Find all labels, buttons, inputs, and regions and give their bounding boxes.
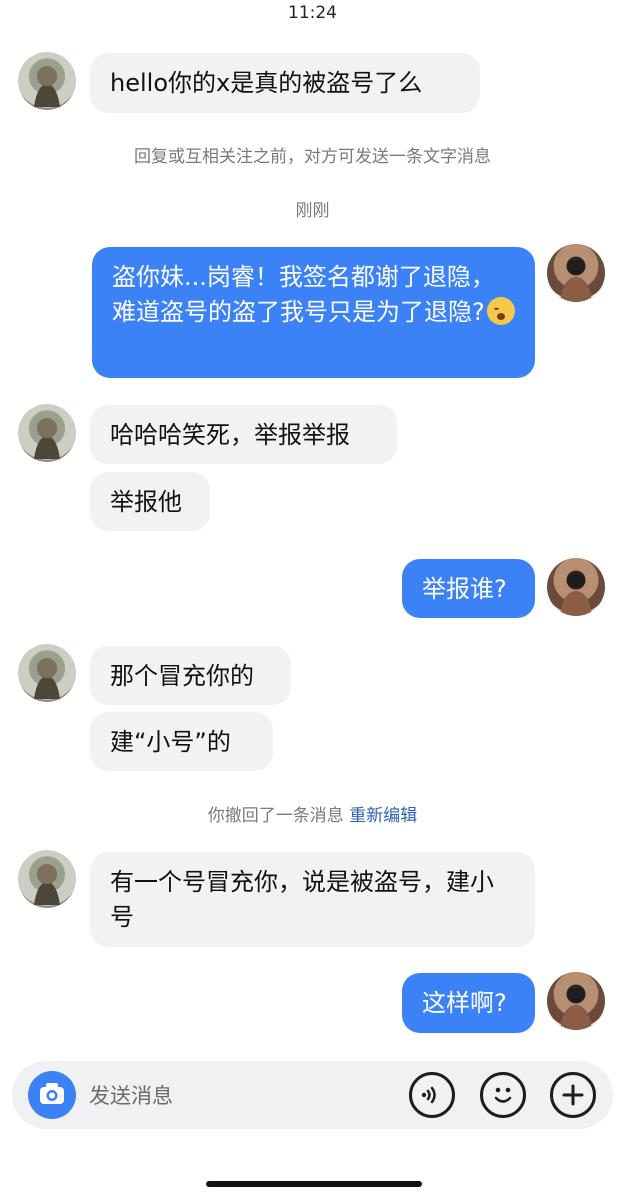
- smiley-icon: [494, 1087, 512, 1103]
- self-avatar[interactable]: [547, 244, 605, 302]
- home-indicator: [206, 1181, 422, 1187]
- status-time: 11:24: [288, 3, 337, 23]
- contact-avatar-image: [34, 658, 60, 699]
- self-avatar[interactable]: [547, 972, 605, 1030]
- self-avatar-image: [560, 260, 592, 302]
- camera-icon: [40, 1083, 64, 1104]
- contact-avatar-image: [34, 66, 60, 107]
- reply-hint-notice: 回复或互相关注之前，对方可发送一条文字消息: [134, 147, 491, 167]
- contact-avatar[interactable]: [18, 644, 76, 702]
- message-bubble-outgoing[interactable]: 这样啊?: [402, 973, 535, 1033]
- message-composer: [12, 1061, 613, 1129]
- message-bubble-outgoing[interactable]: 盗你妹...岗睿！我签名都谢了退隐，难道盗号的盗了我号只是为了退隐?: [92, 247, 535, 378]
- contact-avatar-image: [34, 418, 60, 459]
- add-button[interactable]: [550, 1072, 596, 1118]
- camera-button[interactable]: [28, 1071, 76, 1119]
- recall-notice: 你撤回了一条消息 重新编辑: [0, 801, 625, 826]
- sad-face-emoji: [486, 297, 515, 325]
- message-bubble-incoming[interactable]: 哈哈哈笑死，举报举报: [90, 405, 397, 464]
- message-bubble-incoming[interactable]: 举报他: [90, 472, 210, 531]
- contact-avatar-image: [34, 864, 60, 905]
- message-input[interactable]: [87, 1079, 391, 1113]
- message-bubble-incoming[interactable]: 那个冒充你的: [90, 646, 291, 705]
- message-bubble-incoming[interactable]: hello你的x是真的被盗号了么: [90, 53, 480, 113]
- self-avatar-image: [560, 988, 592, 1030]
- contact-avatar[interactable]: [18, 850, 76, 908]
- message-bubble-incoming[interactable]: 建“小号”的: [90, 712, 273, 771]
- voice-icon: [421, 1086, 436, 1104]
- self-avatar[interactable]: [547, 558, 605, 616]
- message-bubble-outgoing[interactable]: 举报谁?: [402, 559, 535, 618]
- voice-button[interactable]: [409, 1072, 455, 1118]
- contact-avatar[interactable]: [18, 404, 76, 462]
- timestamp-just-now: 刚刚: [295, 201, 330, 221]
- self-avatar-image: [560, 574, 592, 616]
- contact-avatar[interactable]: [18, 52, 76, 110]
- message-text: 盗你妹...岗睿！我签名都谢了退隐，难道盗号的盗了我号只是为了退隐?: [112, 263, 495, 326]
- message-bubble-incoming[interactable]: 有一个号冒充你，说是被盗号，建小号: [90, 852, 535, 947]
- recall-notice-text: 你撤回了一条消息: [207, 806, 344, 826]
- re-edit-link[interactable]: 重新编辑: [349, 806, 417, 826]
- emoji-button[interactable]: [480, 1072, 526, 1118]
- plus-icon: [562, 1084, 584, 1106]
